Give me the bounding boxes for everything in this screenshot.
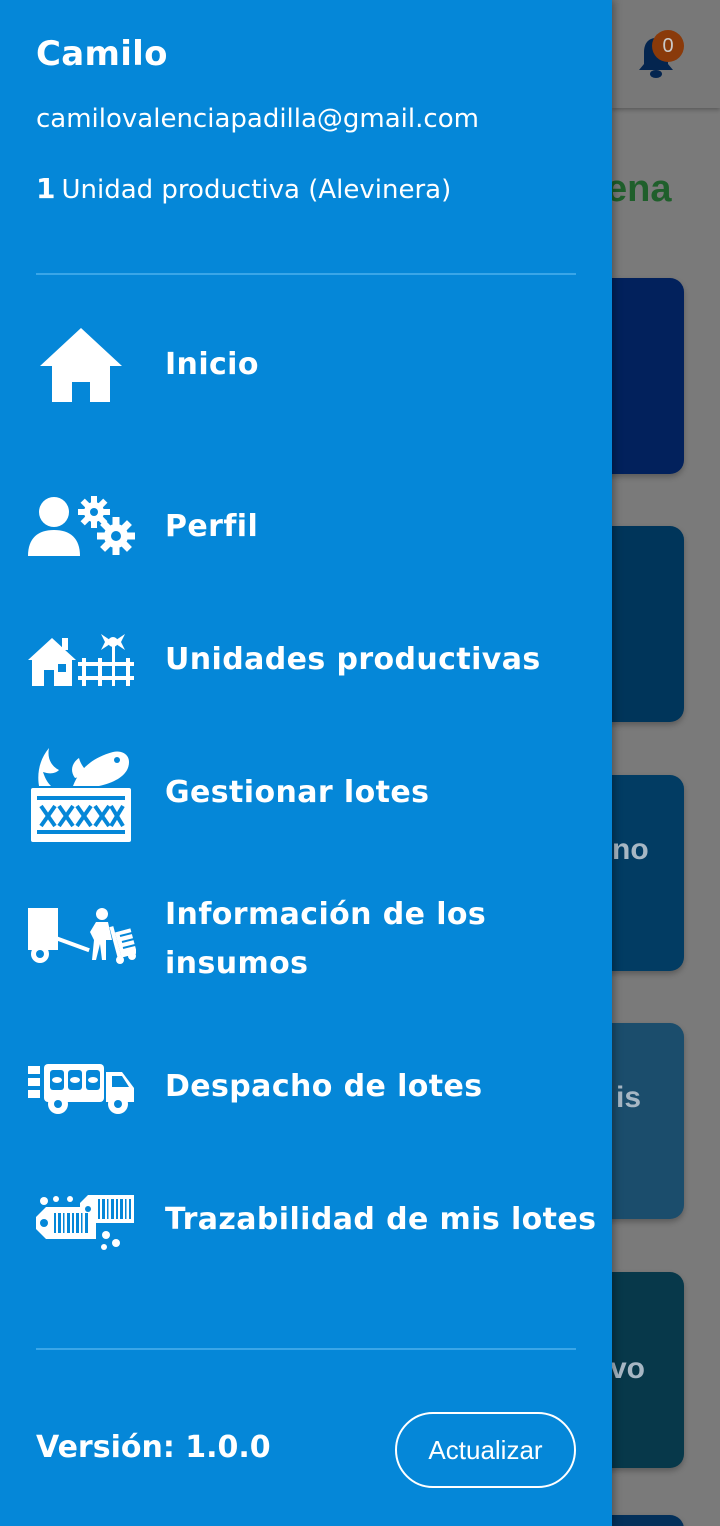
fish-crate-icon [26, 742, 136, 846]
card-label-fragment: is [616, 1081, 642, 1114]
menu-item-label: Unidades productivas [165, 642, 541, 677]
divider [36, 273, 576, 275]
menu-item-despacho-lotes[interactable]: Despacho de lotes [0, 1056, 612, 1120]
navigation-drawer: Camilo camilovalenciapadilla@gmail.com 1… [0, 0, 612, 1526]
farm-icon [26, 628, 136, 692]
home-icon [26, 320, 136, 410]
user-name: Camilo [36, 34, 168, 74]
menu-item-label: Despacho de lotes [165, 1069, 483, 1104]
user-email: camilovalenciapadilla@gmail.com [36, 104, 479, 134]
productive-units-summary: 1 Unidad productiva (Alevinera) [36, 172, 451, 205]
card-label-fragment: vo [610, 1352, 646, 1385]
menu-item-trazabilidad-lotes[interactable]: Trazabilidad de mis lotes [0, 1190, 612, 1254]
delivery-truck-icon [26, 1056, 136, 1120]
menu-item-label: Gestionar lotes [165, 775, 430, 810]
menu-item-unidades-productivas[interactable]: Unidades productivas [0, 628, 612, 692]
menu-item-label: Trazabilidad de mis lotes [165, 1202, 597, 1237]
app-version: Versión: 1.0.0 [36, 1430, 271, 1465]
menu-item-label: Información de los insumos [165, 897, 487, 981]
units-count: 1 [36, 172, 56, 205]
divider [36, 1348, 576, 1350]
menu-item-gestionar-lotes[interactable]: Gestionar lotes [0, 742, 612, 846]
menu-item-perfil[interactable]: Perfil [0, 490, 612, 562]
update-button[interactable]: Actualizar [395, 1412, 576, 1488]
menu-item-label: Perfil [165, 509, 259, 544]
notification-badge: 0 [652, 30, 684, 62]
menu-item-inicio[interactable]: Inicio [0, 320, 612, 410]
user-settings-icon [26, 490, 136, 562]
page-heading-fragment: ena [612, 168, 672, 210]
barcode-tags-icon [26, 1190, 136, 1254]
card-label-fragment: no [612, 833, 649, 866]
menu-item-informacion-insumos[interactable]: Información de los insumos [0, 890, 612, 990]
supplies-delivery-icon [26, 904, 136, 966]
units-label: Unidad productiva (Alevinera) [61, 175, 452, 205]
menu-item-label: Inicio [165, 347, 259, 382]
